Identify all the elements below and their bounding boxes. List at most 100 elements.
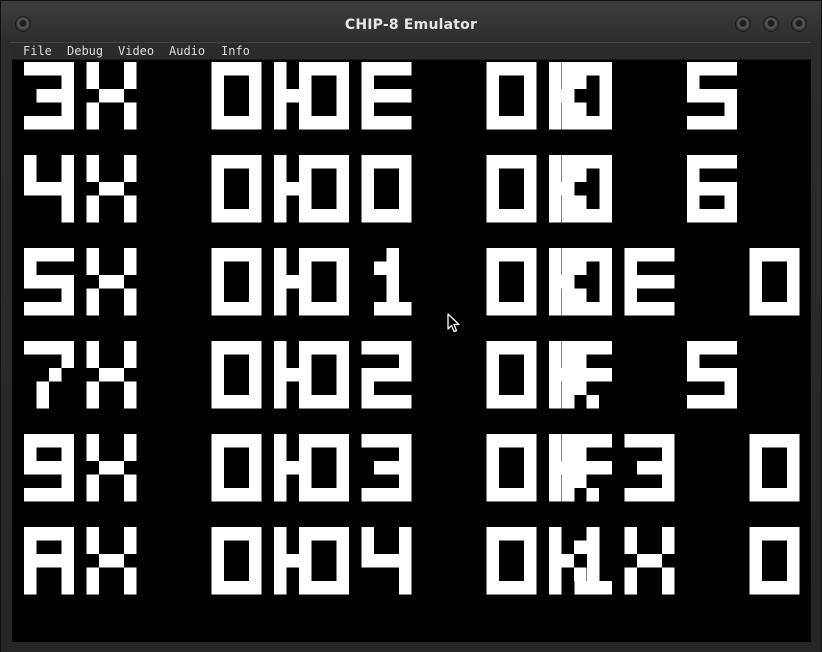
display-pixel [86,75,99,89]
display-pixel [524,488,537,502]
display-canvas: 3X OK0E OK0 5 OK4X OK00 OK0 6 OK5X OK01 … [24,62,800,595]
menu-debug[interactable]: Debug [67,44,103,59]
display-pixel [386,302,399,316]
display-pixel [61,275,74,289]
display-pixel [86,341,99,355]
display-pixel [724,155,737,169]
display-pixel [662,302,675,316]
display-pixel [599,275,612,289]
display-pixel [224,581,237,595]
menu-video[interactable]: Video [118,44,154,59]
display-pixel [724,116,737,130]
display-pixel [549,581,562,595]
display-pixel [624,567,637,581]
display-pixel [336,434,349,448]
display-pixel [574,168,587,182]
display-pixel [336,288,349,302]
display-pixel [499,62,512,76]
display-pixel [211,474,224,488]
menu-info[interactable]: Info [221,44,250,59]
display-pixel [36,395,49,409]
display-pixel [61,341,74,355]
display-pixel [486,447,499,461]
display-pixel [587,567,600,581]
display-pixel [549,275,562,289]
display-pixel [712,182,725,196]
display-pixel [787,447,800,461]
display-pixel [211,89,224,103]
display-pixel [111,89,124,103]
display-pixel [574,474,587,488]
display-pixel [299,354,312,368]
display-pixel [549,155,562,169]
display-pixel [336,554,349,568]
display-pixel [211,567,224,581]
display-pixel [86,195,99,209]
display-pixel [386,209,399,223]
display-pixel [211,341,224,355]
display-pixel [787,554,800,568]
display-pixel [324,209,337,223]
display-pixel [299,75,312,89]
display-pixel [361,168,374,182]
display-pixel [211,155,224,169]
display-pixel [249,368,262,382]
display-pixel [499,488,512,502]
display-pixel [336,168,349,182]
display-pixel [587,62,600,76]
display-pixel [774,302,787,316]
display-pixel [549,195,562,209]
display-pixel [562,368,575,382]
display-pixel [574,62,587,76]
display-pixel [61,195,74,209]
display-pixel [249,354,262,368]
display-pixel [524,527,537,541]
display-pixel [274,288,287,302]
menu-audio[interactable]: Audio [169,44,205,59]
display-pixel [662,540,675,554]
display-pixel [587,461,600,475]
display-pixel [24,261,37,275]
display-pixel [662,488,675,502]
display-pixel [124,209,137,223]
display-result-text: F 5 OK [562,341,737,409]
display-pixel [336,195,349,209]
close-icon[interactable] [791,16,807,32]
display-pixel [274,447,287,461]
display-pixel [687,182,700,196]
display-pixel [36,89,49,103]
display-pixel [211,168,224,182]
maximize-icon[interactable] [763,16,779,32]
display-pixel [211,102,224,116]
display-pixel [336,275,349,289]
display-pixel [236,248,249,262]
menu-file[interactable]: File [23,44,52,59]
display-pixel [561,554,574,568]
display-pixel [299,182,312,196]
display-pixel [274,354,287,368]
display-pixel [599,581,612,595]
window-bottom-frame [1,642,821,652]
display-result-text: 00 OK [299,155,599,223]
display-pixel [712,89,725,103]
minimize-icon[interactable] [735,16,751,32]
display-pixel [61,75,74,89]
display-result-text: 02 OK [299,341,599,409]
title-bar[interactable]: CHIP-8 Emulator [1,1,821,41]
display-pixel [61,89,74,103]
display-pixel [274,395,287,409]
display-result-text: 3X OK [24,62,324,130]
display-pixel [774,488,787,502]
display-pixel [511,116,524,130]
display-pixel [311,302,324,316]
display-pixel [574,341,587,355]
display-pixel [236,434,249,448]
display-pixel [712,368,725,382]
display-pixel [299,195,312,209]
display-pixel [549,102,562,116]
emulator-display[interactable]: 3X OK0E OK0 5 OK4X OK00 OK0 6 OK5X OK01 … [12,60,811,642]
display-pixel [511,488,524,502]
display-pixel [499,341,512,355]
display-pixel [486,341,499,355]
display-pixel [336,527,349,541]
